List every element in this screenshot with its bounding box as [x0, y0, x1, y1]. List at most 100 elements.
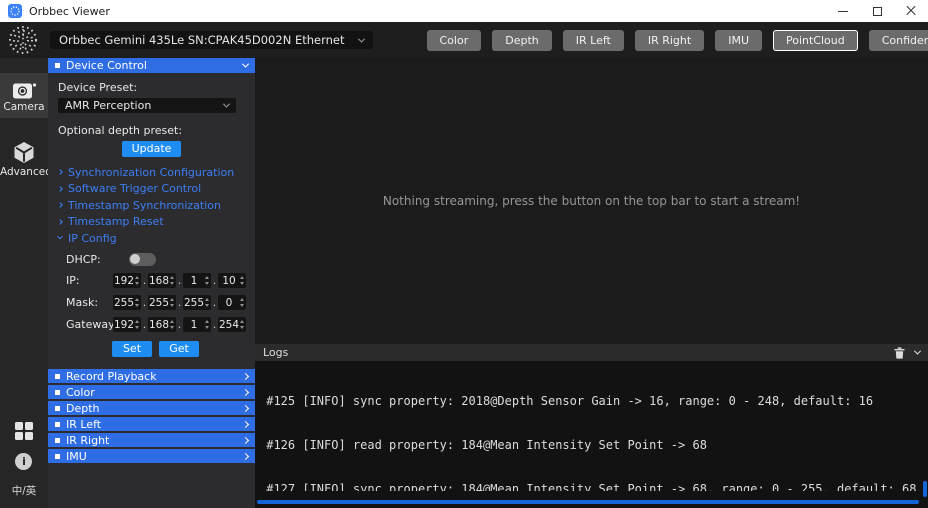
sidebar-item-label: Camera [3, 101, 44, 113]
chevron-down-icon [242, 61, 249, 68]
spinner-arrows[interactable] [170, 298, 174, 307]
advanced-links: Synchronization Configuration Software T… [58, 166, 245, 244]
ip-octet-input[interactable]: 10 [218, 273, 246, 288]
stream-button-color[interactable]: Color [427, 30, 482, 51]
stream-button-depth[interactable]: Depth [492, 30, 552, 51]
gateway-octet-input[interactable]: 1 [183, 317, 211, 332]
collapse-logs-icon[interactable] [914, 348, 921, 355]
mask-octet-input[interactable]: 0 [218, 295, 246, 310]
info-icon[interactable]: i [15, 453, 32, 470]
side-rail: Camera Advanced i 中/英 [0, 58, 48, 508]
maximize-button[interactable] [860, 0, 894, 22]
trash-icon[interactable] [894, 347, 905, 359]
spinner-arrows[interactable] [205, 298, 209, 307]
chevron-down-icon [223, 101, 230, 108]
dhcp-label: DHCP: [66, 253, 101, 266]
section-header-imu[interactable]: IMU [48, 449, 255, 463]
sidebar-item-advanced[interactable]: Advanced [0, 134, 48, 183]
chevron-down-icon [57, 234, 63, 240]
stream-button-pointcloud[interactable]: PointCloud [773, 30, 858, 51]
chevron-right-icon [242, 404, 249, 411]
section-header-depth[interactable]: Depth [48, 401, 255, 415]
spinner-arrows[interactable] [240, 298, 244, 307]
section-header-color[interactable]: Color [48, 385, 255, 399]
stream-button-ir-right[interactable]: IR Right [635, 30, 704, 51]
gateway-label: Gateway: [66, 318, 113, 331]
logs-panel: Logs #125 [INFO] sync property: 2018@Dep… [255, 344, 928, 508]
set-button[interactable]: Set [112, 341, 152, 357]
gateway-octet-input[interactable]: 192 [113, 317, 141, 332]
ip-octet-input[interactable]: 192 [113, 273, 141, 288]
stream-button-imu[interactable]: IMU [715, 30, 762, 51]
link-ip-config[interactable]: IP Config [58, 232, 245, 244]
stream-button-ir-left[interactable]: IR Left [563, 30, 624, 51]
link-software-trigger-control[interactable]: Software Trigger Control [58, 183, 245, 195]
panel-sections: Record Playback Color Depth IR Left IR R [48, 369, 255, 463]
spinner-arrows[interactable] [135, 276, 139, 285]
ip-label: IP: [66, 274, 113, 287]
horizontal-scrollbar[interactable] [257, 500, 919, 504]
logs-title: Logs [263, 346, 288, 359]
mask-row: Mask: 255 255 255 0 [66, 295, 245, 310]
stream-button-confidence[interactable]: Confidence [869, 30, 928, 51]
spinner-arrows[interactable] [240, 276, 244, 285]
ip-config-block: DHCP: IP: 192 168 1 10 Mask: 255 [58, 252, 245, 357]
log-entry: #127 [INFO] sync property: 184@Mean Inte… [259, 482, 928, 491]
logs-body[interactable]: #125 [INFO] sync property: 2018@Depth Se… [255, 361, 928, 491]
chevron-right-icon [242, 420, 249, 427]
close-icon [906, 6, 916, 16]
ip-octet-input[interactable]: 168 [148, 273, 176, 288]
spinner-arrows[interactable] [170, 276, 174, 285]
window-title: Orbbec Viewer [29, 5, 110, 18]
link-synchronization-configuration[interactable]: Synchronization Configuration [58, 166, 245, 178]
chevron-right-icon [57, 219, 63, 225]
mask-octet-input[interactable]: 255 [183, 295, 211, 310]
section-header-device-control[interactable]: Device Control [48, 58, 255, 73]
chevron-right-icon [57, 186, 63, 192]
log-entry: #126 [INFO] read property: 184@Mean Inte… [259, 438, 928, 453]
minimize-button[interactable] [826, 0, 860, 22]
device-preset-label: Device Preset: [58, 81, 245, 94]
section-header-record-playback[interactable]: Record Playback [48, 369, 255, 383]
title-bar: Orbbec Viewer [0, 0, 928, 22]
device-select[interactable]: Orbbec Gemini 435Le SN:CPAK45D002N Ether… [50, 31, 373, 49]
vertical-scrollbar[interactable] [923, 481, 927, 497]
main-view: Nothing streaming, press the button on t… [255, 58, 928, 344]
section-header-ir-right[interactable]: IR Right [48, 433, 255, 447]
square-bullet-icon [55, 63, 60, 68]
apps-grid-icon[interactable] [15, 422, 33, 440]
mask-octet-input[interactable]: 255 [148, 295, 176, 310]
chevron-right-icon [242, 388, 249, 395]
device-select-value: Orbbec Gemini 435Le SN:CPAK45D002N Ether… [59, 33, 345, 47]
sidebar-item-camera[interactable]: Camera [0, 73, 48, 118]
language-toggle[interactable]: 中/英 [12, 483, 37, 498]
gateway-octet-input[interactable]: 168 [148, 317, 176, 332]
link-timestamp-reset[interactable]: Timestamp Reset [58, 216, 245, 228]
toggle-knob [130, 254, 140, 264]
close-button[interactable] [894, 0, 928, 22]
spinner-arrows[interactable] [135, 320, 139, 329]
sidebar-item-label: Advanced [0, 166, 52, 178]
chevron-right-icon [242, 372, 249, 379]
dhcp-toggle[interactable] [129, 253, 156, 266]
top-bar: Orbbec Gemini 435Le SN:CPAK45D002N Ether… [0, 22, 928, 58]
spinner-arrows[interactable] [240, 320, 244, 329]
chevron-right-icon [242, 436, 249, 443]
chevron-right-icon [57, 169, 63, 175]
spinner-arrows[interactable] [135, 298, 139, 307]
ip-octet-input[interactable]: 1 [183, 273, 211, 288]
spinner-arrows[interactable] [205, 320, 209, 329]
stream-buttons: Color Depth IR Left IR Right IMU PointCl… [427, 30, 928, 51]
spinner-arrows[interactable] [170, 320, 174, 329]
mask-octet-input[interactable]: 255 [113, 295, 141, 310]
logs-header: Logs [255, 344, 928, 361]
section-header-ir-left[interactable]: IR Left [48, 417, 255, 431]
maximize-icon [873, 7, 882, 16]
update-button[interactable]: Update [122, 141, 182, 157]
gateway-octet-input[interactable]: 254 [218, 317, 246, 332]
spinner-arrows[interactable] [205, 276, 209, 285]
device-preset-select[interactable]: AMR Perception [58, 98, 236, 113]
link-timestamp-synchronization[interactable]: Timestamp Synchronization [58, 199, 245, 211]
get-button[interactable]: Get [159, 341, 199, 357]
minimize-icon [838, 11, 848, 12]
